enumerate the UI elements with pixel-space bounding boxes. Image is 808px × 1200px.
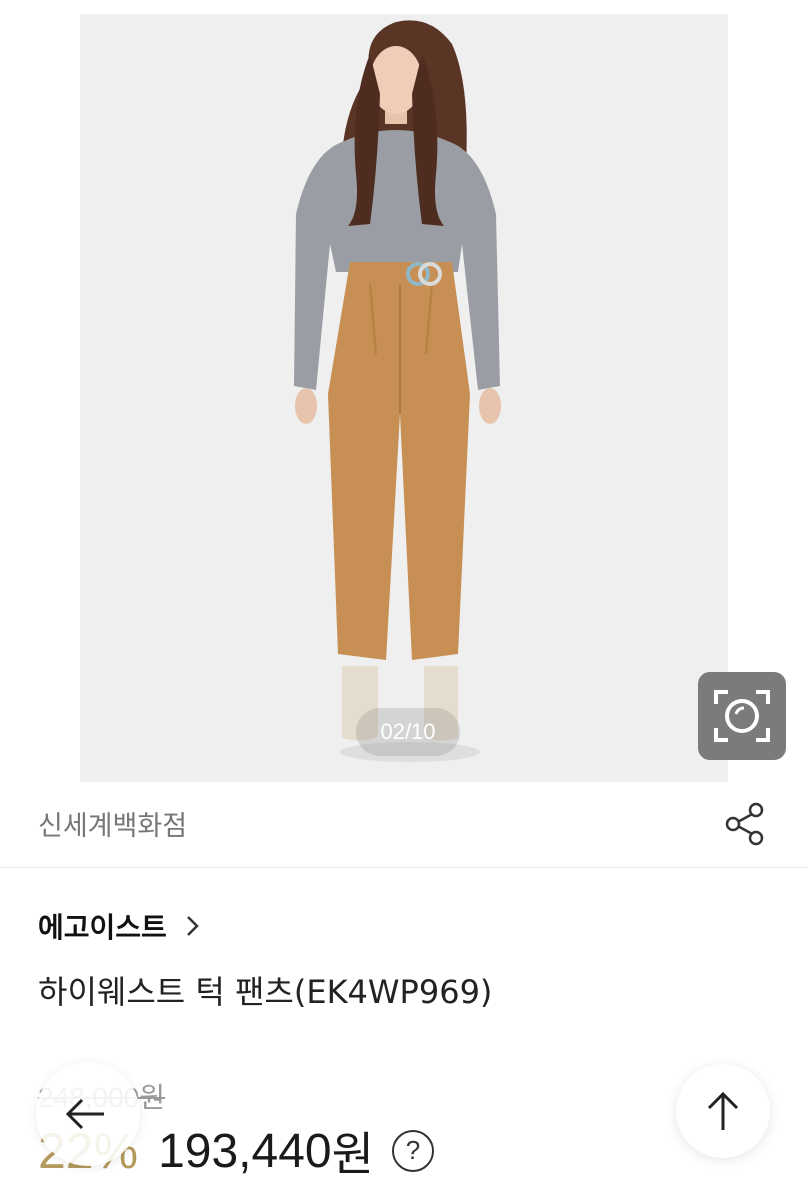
- sale-price-unit: 원: [331, 1127, 374, 1181]
- brand-link[interactable]: 에고이스트: [38, 906, 203, 946]
- model-figure: [80, 14, 728, 782]
- product-photo[interactable]: [80, 14, 728, 782]
- sale-price: 193,440: [158, 1124, 332, 1178]
- share-button[interactable]: [720, 798, 772, 850]
- arrow-left-icon: [65, 1098, 104, 1130]
- share-icon: [725, 802, 764, 846]
- store-info-row: 신세계백화점: [0, 790, 808, 868]
- back-button[interactable]: [36, 1062, 140, 1166]
- arrow-up-icon: [707, 1091, 739, 1130]
- image-counter: 02/10: [356, 708, 460, 756]
- scroll-to-top-button[interactable]: [676, 1064, 770, 1158]
- price-help-icon[interactable]: ?: [391, 1130, 434, 1172]
- camera-lens-search-icon: [714, 690, 770, 742]
- store-name: 신세계백화점: [38, 811, 188, 842]
- chevron-right-icon: [186, 916, 199, 936]
- product-image-gallery[interactable]: 02/10: [0, 0, 808, 790]
- lens-search-button[interactable]: [698, 672, 786, 760]
- product-title: 하이웨스트 턱 팬츠(EK4WP969): [38, 973, 493, 1011]
- brand-name: 에고이스트: [38, 911, 167, 944]
